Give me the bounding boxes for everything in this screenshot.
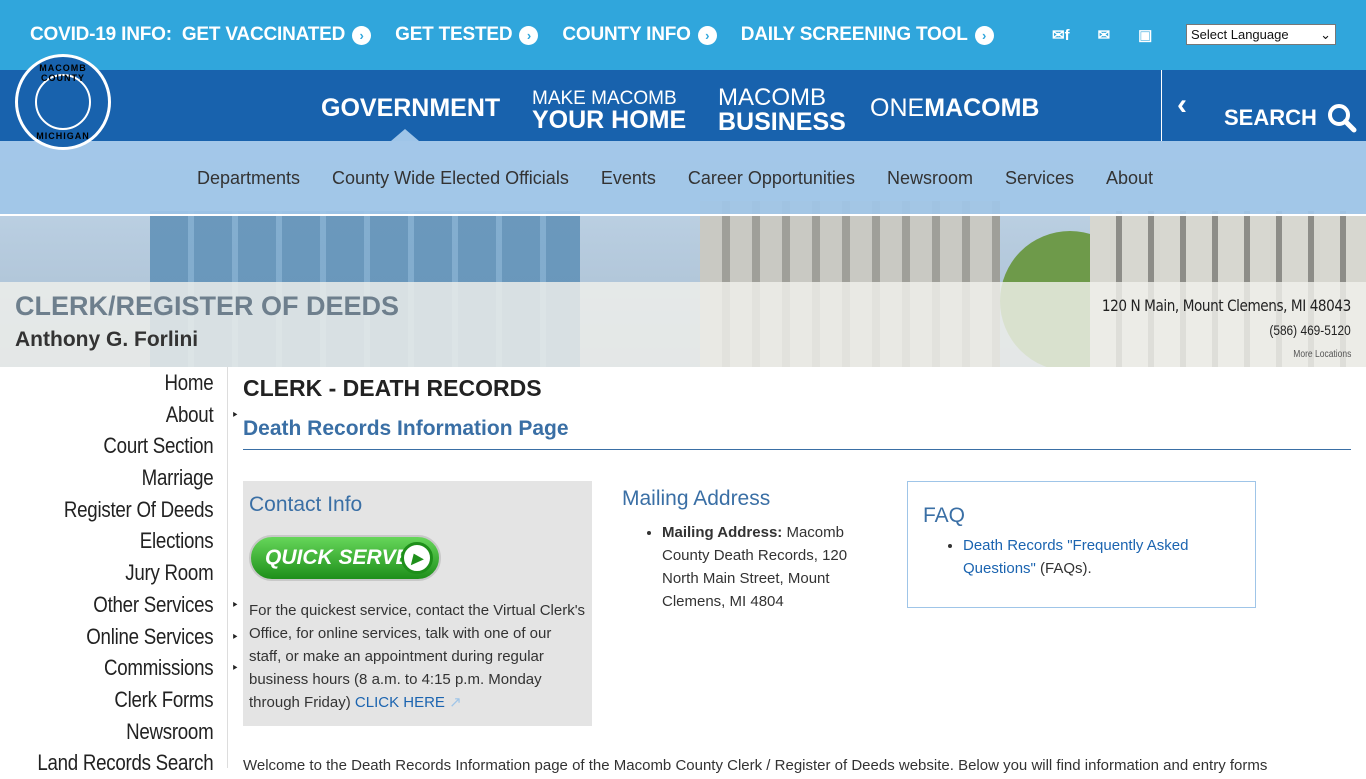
sidebar-item-newsroom[interactable]: Newsroom [34,716,227,748]
subnav-services[interactable]: Services [1005,168,1074,189]
active-nav-caret [391,129,419,141]
sidebar-item-jury-room[interactable]: Jury Room [34,557,227,589]
sidebar-item-other-services[interactable]: Other Services ▸ [34,589,237,621]
caret-right-icon: ▸ [233,630,238,642]
nav-macomb-business[interactable]: MACOMB BUSINESS [718,86,846,135]
covid-links: COVID-19 INFO: GET VACCINATED › GET TESTE… [30,24,1018,46]
sidebar-item-about[interactable]: About ▸ [34,399,238,431]
sidebar-item-online-services[interactable]: Online Services ▸ [34,621,237,653]
welcome-text: Welcome to the Death Records Information… [243,757,1268,774]
chevron-right-icon: › [352,25,372,45]
subnav-about[interactable]: About [1106,168,1153,189]
page-subtitle: Death Records Information Page [243,417,1351,450]
search-icon [1327,104,1357,133]
utility-icons: ✉f ✉ ▣ [1052,26,1180,44]
chevron-down-icon: ⌄ [1320,26,1331,42]
county-info-link[interactable]: COUNTY INFO › [562,24,717,46]
nav-make-macomb-your-home[interactable]: MAKE MACOMB YOUR HOME [532,89,686,133]
caret-right-icon: ▸ [233,408,238,420]
briefcase-icon[interactable]: ▣ [1138,26,1152,44]
chevron-left-icon[interactable]: ‹ [1177,88,1187,122]
top-bar: COVID-19 INFO: GET VACCINATED › GET TESTE… [0,0,1366,70]
sidebar-item-clerk-forms[interactable]: Clerk Forms [34,684,227,716]
official-name: Anthony G. Forlini [15,328,199,351]
mailing-address-section: Mailing Address Mailing Address: Macomb … [622,487,872,613]
mail-icon[interactable]: ✉ [1098,26,1111,44]
nav-one-macomb[interactable]: ONEMACOMB [870,94,1039,123]
subnav-newsroom[interactable]: Newsroom [887,168,973,189]
sidebar-item-home[interactable]: Home [34,367,227,399]
mailing-heading: Mailing Address [622,487,771,510]
department-banner: CLERK/REGISTER OF DEEDS Anthony G. Forli… [0,282,1366,367]
external-link-icon: ↗ [449,694,462,711]
faq-item: Death Records "Frequently Asked Question… [963,534,1240,580]
mailing-address-item: Mailing Address: Macomb County Death Rec… [662,521,872,613]
subnav-departments[interactable]: Departments [197,168,300,189]
play-icon: ▶ [401,542,433,574]
subnav-career-opportunities[interactable]: Career Opportunities [688,168,855,189]
click-here-link[interactable]: CLICK HERE [355,694,445,711]
office-address: 120 N Main, Mount Clemens, MI 48043 [1102,296,1351,315]
covid-label: COVID-19 INFO: [30,24,172,45]
caret-right-icon: ▸ [233,662,238,674]
faq-heading: FAQ [923,504,966,527]
sidebar-nav: Home About ▸ Court Section Marriage Regis… [0,367,238,775]
department-title: CLERK/REGISTER OF DEEDS [15,291,400,321]
chevron-right-icon: › [519,25,539,45]
nav-government[interactable]: GOVERNMENT [321,94,500,123]
sidebar-item-land-records-search[interactable]: Land Records Search [34,747,227,779]
office-phone[interactable]: (586) 469-5120 [1270,322,1351,338]
faq-box: FAQ Death Records "Frequently Asked Ques… [907,481,1256,608]
social-icon[interactable]: ✉f [1052,26,1070,44]
quick-serve-button[interactable]: QUICK SERVE ▶ [249,535,441,581]
main-content: CLERK - DEATH RECORDS Death Records Info… [243,367,1351,774]
page-title: CLERK - DEATH RECORDS [243,375,542,401]
county-logo[interactable]: MACOMB COUNTY MICHIGAN [15,54,111,150]
chevron-right-icon: › [697,25,717,45]
get-vaccinated-link[interactable]: GET VACCINATED › [182,24,372,46]
sidebar-item-commissions[interactable]: Commissions ▸ [34,652,237,684]
subnav-events[interactable]: Events [601,168,656,189]
contact-text: For the quickest service, contact the Vi… [249,602,586,711]
sidebar-item-register-of-deeds[interactable]: Register Of Deeds [34,494,227,526]
search-button[interactable]: SEARCH [1224,103,1357,133]
subnav-elected-officials[interactable]: County Wide Elected Officials [332,168,569,189]
sidebar-item-court-section[interactable]: Court Section [34,430,227,462]
contact-heading: Contact Info [249,493,363,516]
main-nav: GOVERNMENT MAKE MACOMB YOUR HOME MACOMB … [0,70,1366,141]
sub-nav: Departments County Wide Elected Official… [0,141,1366,216]
get-tested-link[interactable]: GET TESTED › [395,24,539,46]
contact-info-box: Contact Info QUICK SERVE ▶ For the quick… [243,481,592,726]
sidebar-item-marriage[interactable]: Marriage [34,462,227,494]
nav-divider [1161,70,1162,141]
more-locations-link[interactable]: More Locations [1293,349,1351,360]
daily-screening-tool-link[interactable]: DAILY SCREENING TOOL › [741,24,994,46]
chevron-right-icon: › [974,25,994,45]
caret-right-icon: ▸ [233,598,238,610]
language-select[interactable]: Select Language ⌄ [1186,24,1336,45]
sidebar-item-elections[interactable]: Elections [34,525,227,557]
